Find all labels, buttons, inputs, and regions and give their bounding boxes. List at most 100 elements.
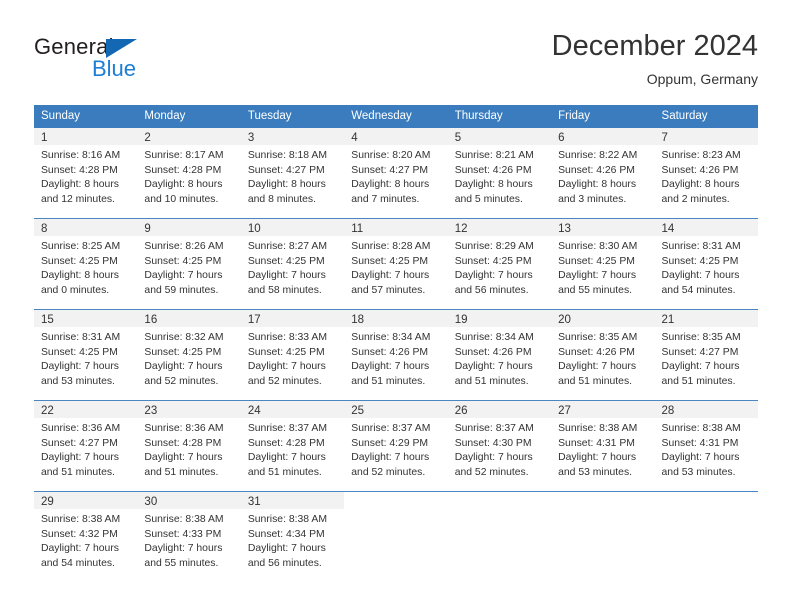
day-number: 24 <box>247 405 261 417</box>
sunrise-text: Sunrise: 8:16 AM <box>41 150 121 161</box>
day-cell[interactable]: 12 Sunrise: 8:29 AM Sunset: 4:25 PM Dayl… <box>447 219 552 309</box>
sunrise-text: Sunrise: 8:31 AM <box>41 332 121 343</box>
daylight-text-line2: and 12 minutes. <box>41 193 115 205</box>
day-cell[interactable]: 7 Sunrise: 8:23 AM Sunset: 4:26 PM Dayli… <box>654 128 758 218</box>
day-number: 6 <box>558 132 565 144</box>
day-cell[interactable]: 26 Sunrise: 8:37 AM Sunset: 4:30 PM Dayl… <box>447 401 552 491</box>
day-cell[interactable]: 22 Sunrise: 8:36 AM Sunset: 4:27 PM Dayl… <box>34 401 138 491</box>
day-number-bar: 21 <box>654 310 758 327</box>
day-cell[interactable]: 11 Sunrise: 8:28 AM Sunset: 4:25 PM Dayl… <box>344 219 448 309</box>
weekday-header-friday: Friday <box>558 110 591 122</box>
day-number-bar: 15 <box>34 310 138 327</box>
sunset-text: Sunset: 4:26 PM <box>454 164 532 176</box>
sunrise-text: Sunrise: 8:31 AM <box>661 241 741 252</box>
sunset-text: Sunset: 4:26 PM <box>351 346 429 358</box>
daylight-text-line1: Daylight: 8 hours <box>41 270 119 282</box>
sunrise-text: Sunrise: 8:37 AM <box>454 423 534 434</box>
day-number: 23 <box>144 405 158 417</box>
daylight-text-line1: Daylight: 7 hours <box>247 543 326 555</box>
calendar-week-row: 1 Sunrise: 8:16 AM Sunset: 4:28 PM Dayli… <box>34 128 758 219</box>
day-number-bar: 14 <box>654 219 758 236</box>
day-cell[interactable]: 27 Sunrise: 8:38 AM Sunset: 4:31 PM Dayl… <box>551 401 655 491</box>
day-cell[interactable]: 19 Sunrise: 8:34 AM Sunset: 4:26 PM Dayl… <box>447 310 552 400</box>
day-cell[interactable]: 16 Sunrise: 8:32 AM Sunset: 4:25 PM Dayl… <box>137 310 241 400</box>
sunrise-text: Sunrise: 8:29 AM <box>454 241 534 252</box>
day-number: 20 <box>558 314 571 326</box>
day-details: Sunrise: 8:34 AM Sunset: 4:26 PM Dayligh… <box>344 327 447 389</box>
daylight-text-line2: and 53 minutes. <box>558 466 633 478</box>
sunrise-text: Sunrise: 8:30 AM <box>558 241 638 252</box>
day-cell[interactable]: 1 Sunrise: 8:16 AM Sunset: 4:28 PM Dayli… <box>34 128 138 218</box>
daylight-text-line2: and 55 minutes. <box>558 284 633 296</box>
day-cell[interactable]: 6 Sunrise: 8:22 AM Sunset: 4:26 PM Dayli… <box>551 128 655 218</box>
sunset-text: Sunset: 4:25 PM <box>661 255 739 267</box>
day-details: Sunrise: 8:28 AM Sunset: 4:25 PM Dayligh… <box>344 236 447 298</box>
weekday-header-tuesday: Tuesday <box>247 110 292 122</box>
day-cell[interactable]: 24 Sunrise: 8:37 AM Sunset: 4:28 PM Dayl… <box>240 401 345 491</box>
day-number-bar: 10 <box>240 219 345 236</box>
day-cell-empty <box>655 492 758 582</box>
day-number: 26 <box>454 405 468 417</box>
day-cell[interactable]: 17 Sunrise: 8:33 AM Sunset: 4:25 PM Dayl… <box>240 310 345 400</box>
sunset-text: Sunset: 4:25 PM <box>247 255 325 267</box>
daylight-text-line2: and 54 minutes. <box>661 284 736 296</box>
day-cell[interactable]: 14 Sunrise: 8:31 AM Sunset: 4:25 PM Dayl… <box>654 219 758 309</box>
day-cell[interactable]: 4 Sunrise: 8:20 AM Sunset: 4:27 PM Dayli… <box>344 128 448 218</box>
day-cell[interactable]: 30 Sunrise: 8:38 AM Sunset: 4:33 PM Dayl… <box>137 492 241 582</box>
day-number: 15 <box>41 314 54 326</box>
sunrise-text: Sunrise: 8:37 AM <box>351 423 431 434</box>
daylight-text-line2: and 52 minutes. <box>247 375 322 387</box>
day-cell[interactable]: 3 Sunrise: 8:18 AM Sunset: 4:27 PM Dayli… <box>240 128 345 218</box>
daylight-text-line2: and 51 minutes. <box>351 375 426 387</box>
day-cell[interactable]: 29 Sunrise: 8:38 AM Sunset: 4:32 PM Dayl… <box>34 492 138 582</box>
daylight-text-line1: Daylight: 7 hours <box>661 270 740 282</box>
sunset-text: Sunset: 4:25 PM <box>454 255 532 267</box>
calendar-week-row: 8 Sunrise: 8:25 AM Sunset: 4:25 PM Dayli… <box>34 219 758 310</box>
sunset-text: Sunset: 4:33 PM <box>144 528 222 540</box>
day-cell[interactable]: 23 Sunrise: 8:36 AM Sunset: 4:28 PM Dayl… <box>137 401 241 491</box>
day-number: 3 <box>247 132 255 144</box>
sunrise-text: Sunrise: 8:38 AM <box>41 514 121 525</box>
day-cell[interactable]: 8 Sunrise: 8:25 AM Sunset: 4:25 PM Dayli… <box>34 219 138 309</box>
day-cell-empty <box>551 492 654 582</box>
day-cell[interactable]: 21 Sunrise: 8:35 AM Sunset: 4:27 PM Dayl… <box>654 310 758 400</box>
weekday-header-row: Sunday Monday Tuesday Wednesday Thursday… <box>34 105 758 128</box>
day-details: Sunrise: 8:25 AM Sunset: 4:25 PM Dayligh… <box>34 236 137 298</box>
day-number: 21 <box>661 314 675 326</box>
sunrise-text: Sunrise: 8:23 AM <box>661 150 741 161</box>
day-details: Sunrise: 8:23 AM Sunset: 4:26 PM Dayligh… <box>655 145 758 207</box>
sunset-text: Sunset: 4:25 PM <box>351 255 429 267</box>
daylight-text-line2: and 8 minutes. <box>247 193 317 205</box>
day-cell[interactable]: 20 Sunrise: 8:35 AM Sunset: 4:26 PM Dayl… <box>551 310 655 400</box>
day-cell[interactable]: 15 Sunrise: 8:31 AM Sunset: 4:25 PM Dayl… <box>34 310 138 400</box>
day-details: Sunrise: 8:18 AM Sunset: 4:27 PM Dayligh… <box>241 145 344 207</box>
daylight-text-line2: and 57 minutes. <box>351 284 426 296</box>
day-details: Sunrise: 8:20 AM Sunset: 4:27 PM Dayligh… <box>344 145 447 207</box>
daylight-text-line2: and 56 minutes. <box>454 284 529 296</box>
daylight-text-line1: Daylight: 7 hours <box>558 270 637 282</box>
day-number: 5 <box>454 132 462 144</box>
day-details: Sunrise: 8:36 AM Sunset: 4:28 PM Dayligh… <box>137 418 240 480</box>
day-cell[interactable]: 18 Sunrise: 8:34 AM Sunset: 4:26 PM Dayl… <box>344 310 448 400</box>
generalblue-logo[interactable]: General Blue <box>34 34 234 90</box>
day-number: 14 <box>661 223 675 235</box>
day-details: Sunrise: 8:16 AM Sunset: 4:28 PM Dayligh… <box>34 145 137 207</box>
day-cell[interactable]: 13 Sunrise: 8:30 AM Sunset: 4:25 PM Dayl… <box>551 219 655 309</box>
day-details: Sunrise: 8:36 AM Sunset: 4:27 PM Dayligh… <box>34 418 137 480</box>
day-cell[interactable]: 10 Sunrise: 8:27 AM Sunset: 4:25 PM Dayl… <box>240 219 345 309</box>
day-cell[interactable]: 25 Sunrise: 8:37 AM Sunset: 4:29 PM Dayl… <box>344 401 448 491</box>
logo-text-blue: Blue <box>92 56 137 81</box>
day-cell[interactable]: 9 Sunrise: 8:26 AM Sunset: 4:25 PM Dayli… <box>137 219 241 309</box>
day-cell[interactable]: 28 Sunrise: 8:38 AM Sunset: 4:31 PM Dayl… <box>654 401 758 491</box>
day-cell[interactable]: 2 Sunrise: 8:17 AM Sunset: 4:28 PM Dayli… <box>137 128 241 218</box>
day-number-bar: 28 <box>654 401 758 418</box>
sunset-text: Sunset: 4:27 PM <box>41 437 118 449</box>
day-cell[interactable]: 5 Sunrise: 8:21 AM Sunset: 4:26 PM Dayli… <box>447 128 552 218</box>
daylight-text-line1: Daylight: 7 hours <box>454 452 533 464</box>
sunrise-text: Sunrise: 8:38 AM <box>558 423 638 434</box>
day-cell[interactable]: 31 Sunrise: 8:38 AM Sunset: 4:34 PM Dayl… <box>240 492 345 582</box>
day-details: Sunrise: 8:38 AM Sunset: 4:31 PM Dayligh… <box>551 418 654 480</box>
day-number: 1 <box>41 132 48 144</box>
day-cell-empty <box>448 492 551 582</box>
day-number-bar: 27 <box>551 401 655 418</box>
